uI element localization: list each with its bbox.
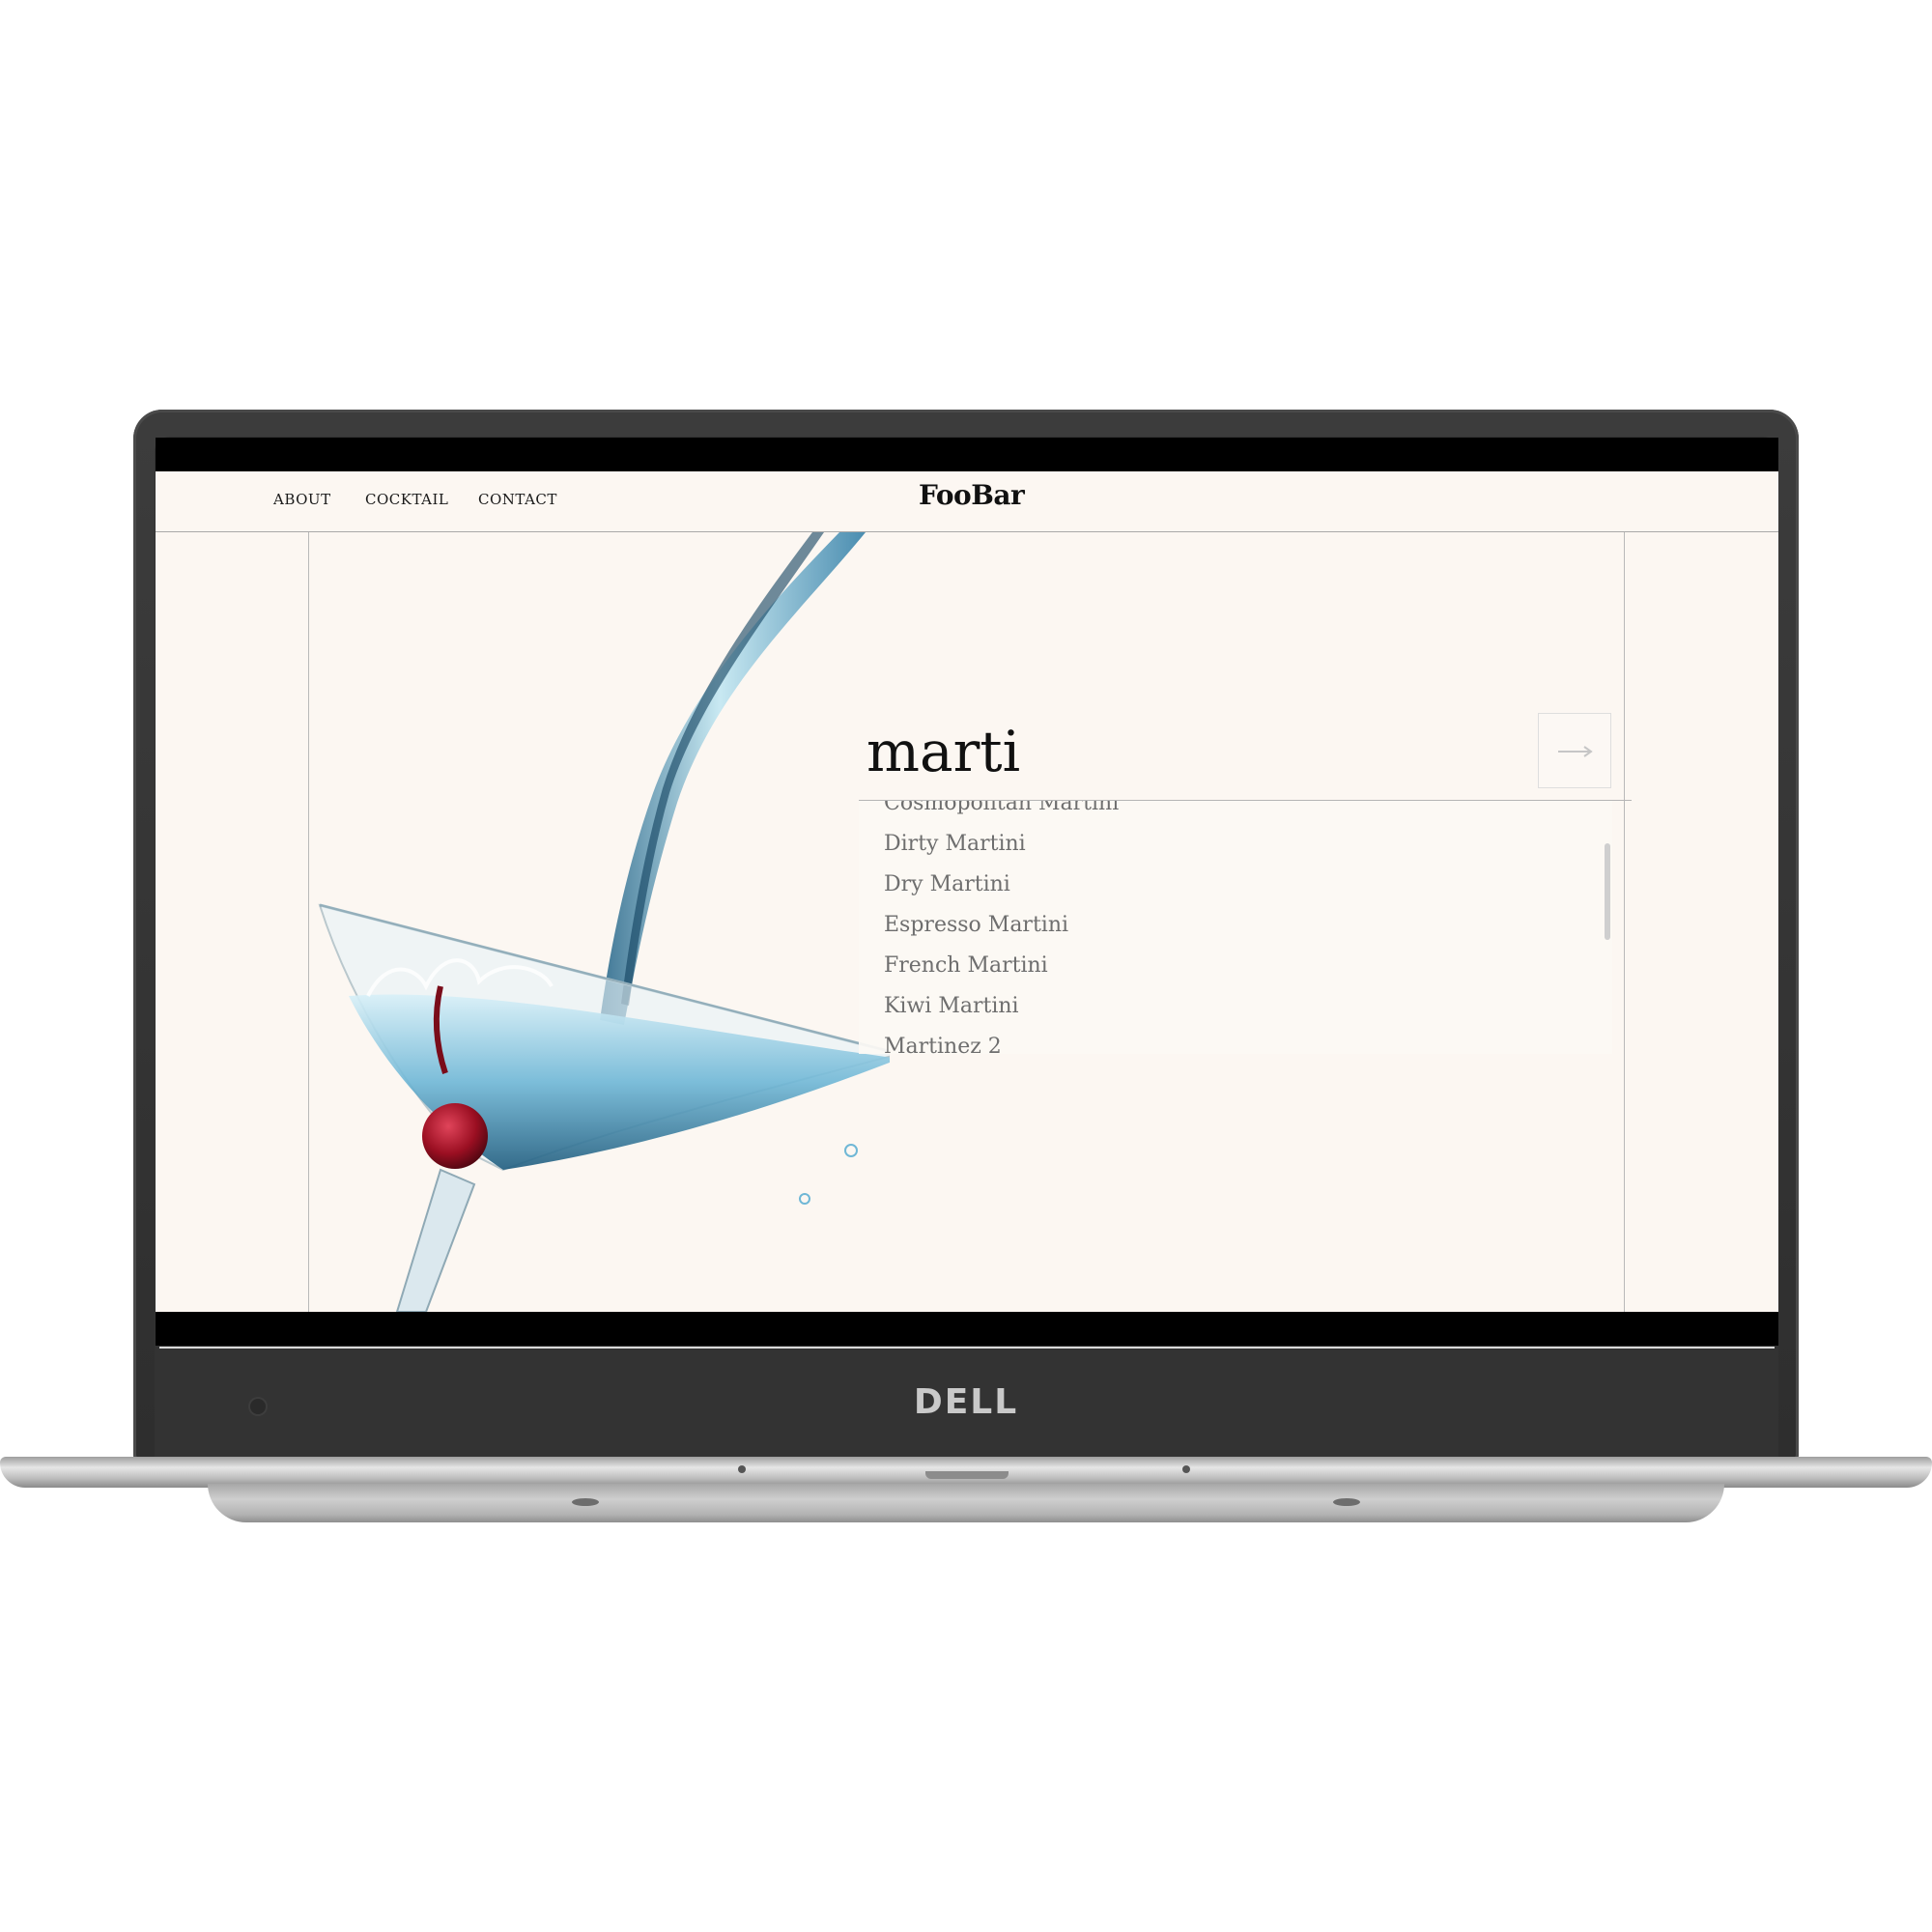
web-page: ABOUT COCKTAIL CONTACT FooBar marti Cosm… [156,471,1778,1312]
dell-logo: DELL [913,1382,1019,1422]
hinge-pin [1182,1465,1190,1473]
search-submit-button[interactable] [1538,713,1611,788]
laptop-base-lip [208,1484,1724,1522]
suggestion-item[interactable]: Martinez 2 [859,1027,1593,1054]
suggestion-item[interactable]: Kiwi Martini [859,986,1593,1027]
search-suggestions-dropdown[interactable]: Cosmopolitan Martini Dirty Martini Dry M… [859,801,1612,1054]
laptop-screen: ABOUT COCKTAIL CONTACT FooBar marti Cosm… [156,438,1778,1346]
laptop-foot [572,1498,599,1506]
right-column-divider [1624,532,1625,1312]
arrow-right-icon [1558,746,1593,757]
martini-glass-pour-icon [310,532,890,1312]
nav-link-about[interactable]: ABOUT [273,491,331,508]
suggestion-item[interactable]: Espresso Martini [859,905,1593,946]
left-column-divider [308,532,309,1312]
webcam-icon [250,1399,266,1414]
laptop-foot [1333,1498,1360,1506]
suggestion-item[interactable]: Cosmopolitan Martini [859,801,1593,824]
hinge-pin [738,1465,746,1473]
lid-open-notch [925,1471,1009,1479]
scrollbar-thumb[interactable] [1605,843,1610,940]
search-input[interactable] [867,718,1504,785]
suggestion-item[interactable]: Dirty Martini [859,824,1593,865]
screen-edge-highlight [159,1347,1775,1349]
suggestions-scrollbar[interactable] [1603,801,1612,1054]
site-logo[interactable]: FooBar [919,479,1025,511]
top-navigation: ABOUT COCKTAIL CONTACT FooBar [156,471,1778,532]
suggestion-item[interactable]: French Martini [859,946,1593,986]
nav-link-cocktail[interactable]: COCKTAIL [365,491,448,508]
nav-link-contact[interactable]: CONTACT [478,491,557,508]
suggestion-item[interactable]: Dry Martini [859,865,1593,905]
